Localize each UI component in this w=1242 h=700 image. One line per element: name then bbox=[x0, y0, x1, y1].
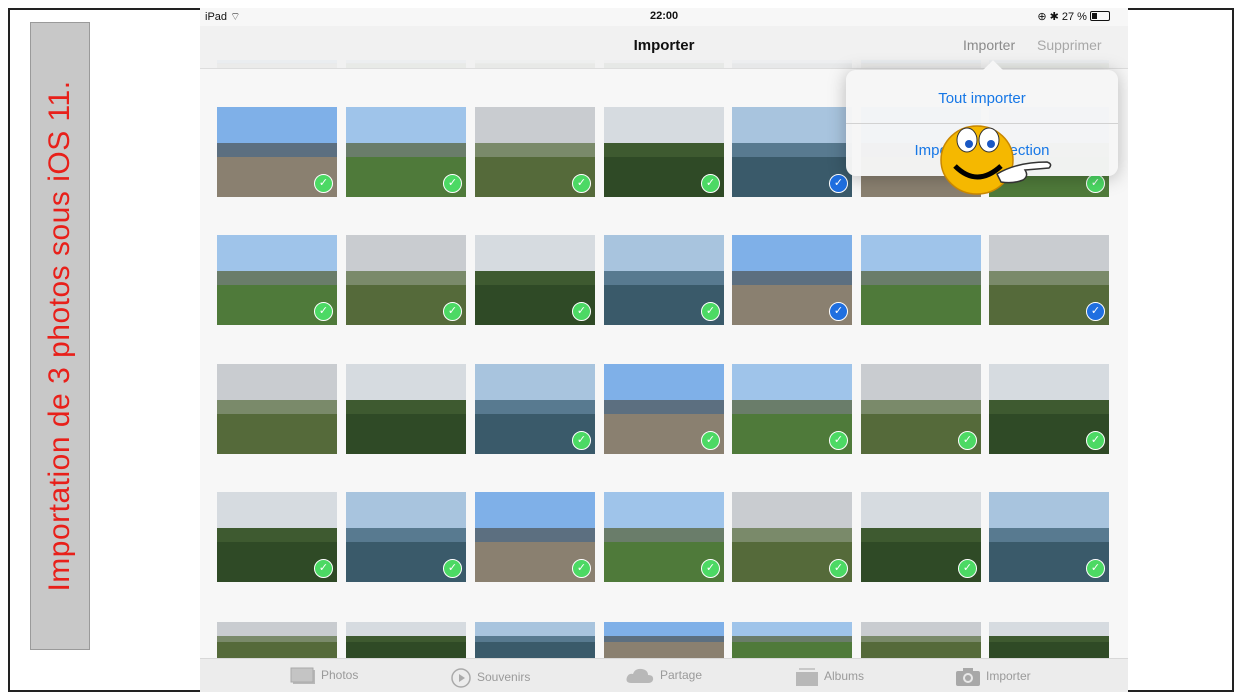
photo-thumbnail[interactable]: ✓ bbox=[346, 235, 466, 325]
imported-checkmark-icon: ✓ bbox=[572, 559, 591, 578]
photo-thumbnail[interactable]: ✓ bbox=[475, 492, 595, 582]
imported-checkmark-icon: ✓ bbox=[443, 174, 462, 193]
imported-checkmark-icon: ✓ bbox=[829, 431, 848, 450]
imported-checkmark-icon: ✓ bbox=[958, 559, 977, 578]
side-caption-text: Importation de 3 photos sous iOS 11. bbox=[43, 80, 76, 592]
photo-thumbnail[interactable]: ✓ bbox=[346, 107, 466, 197]
imported-checkmark-icon: ✓ bbox=[1086, 431, 1105, 450]
photo-thumbnail[interactable]: ✓ bbox=[604, 107, 724, 197]
photo-thumbnail[interactable]: ✓ bbox=[861, 492, 981, 582]
cloud-icon bbox=[626, 668, 654, 683]
imported-checkmark-icon: ✓ bbox=[701, 174, 720, 193]
photo-thumbnail[interactable] bbox=[861, 235, 981, 325]
tab-albums[interactable]: Albums bbox=[795, 667, 864, 687]
photo-thumbnail[interactable]: ✓ bbox=[732, 492, 852, 582]
tab-shared[interactable]: Partage bbox=[625, 667, 702, 685]
photo-thumbnail[interactable]: ✓ bbox=[989, 492, 1109, 582]
imported-checkmark-icon: ✓ bbox=[443, 559, 462, 578]
photo-thumbnail[interactable] bbox=[861, 622, 981, 658]
import-all-option[interactable]: Tout importer bbox=[846, 90, 1118, 107]
photo-thumbnail[interactable]: ✓ bbox=[732, 235, 852, 325]
photo-thumbnail[interactable] bbox=[475, 622, 595, 658]
photo-thumbnail[interactable]: ✓ bbox=[861, 364, 981, 454]
albums-icon bbox=[796, 668, 818, 686]
camera-icon bbox=[956, 668, 980, 686]
wifi-icon: ⌔ bbox=[230, 11, 241, 23]
photo-thumbnail[interactable] bbox=[732, 622, 852, 658]
photo-thumbnail[interactable]: ✓ bbox=[732, 107, 852, 197]
imported-checkmark-icon: ✓ bbox=[1086, 559, 1105, 578]
photo-thumbnail[interactable]: ✓ bbox=[604, 492, 724, 582]
imported-checkmark-icon: ✓ bbox=[572, 174, 591, 193]
imported-checkmark-icon: ✓ bbox=[572, 302, 591, 321]
ipad-screen: ✓✓✓✓✓✓✓✓✓✓✓✓✓✓✓✓✓✓✓✓✓✓✓✓✓ iPad ⌔ 22:00 ⊕… bbox=[200, 8, 1128, 692]
imported-checkmark-icon: ✓ bbox=[701, 431, 720, 450]
photo-thumbnail[interactable]: ✓ bbox=[604, 235, 724, 325]
tab-bar: Photos Souvenirs Partage Albums Importer bbox=[200, 658, 1128, 692]
import-button[interactable]: Importer bbox=[963, 37, 1015, 53]
selected-checkmark-icon: ✓ bbox=[1086, 302, 1105, 321]
battery-indicator: ⊕ ✱ 27 % bbox=[1037, 10, 1110, 23]
memories-icon bbox=[451, 668, 471, 688]
photo-thumbnail[interactable]: ✓ bbox=[217, 235, 337, 325]
pointing-smiley-icon bbox=[940, 125, 1052, 195]
photo-thumbnail[interactable]: ✓ bbox=[217, 107, 337, 197]
photos-icon bbox=[290, 667, 315, 684]
photo-thumbnail[interactable]: ✓ bbox=[346, 492, 466, 582]
imported-checkmark-icon: ✓ bbox=[701, 559, 720, 578]
imported-checkmark-icon: ✓ bbox=[314, 302, 333, 321]
imported-checkmark-icon: ✓ bbox=[1086, 174, 1105, 193]
imported-checkmark-icon: ✓ bbox=[314, 559, 333, 578]
tab-memories[interactable]: Souvenirs bbox=[450, 667, 530, 689]
photo-thumbnail[interactable] bbox=[346, 364, 466, 454]
imported-checkmark-icon: ✓ bbox=[443, 302, 462, 321]
status-bar: iPad ⌔ 22:00 ⊕ ✱ 27 % bbox=[200, 8, 1128, 26]
imported-checkmark-icon: ✓ bbox=[572, 431, 591, 450]
delete-button[interactable]: Supprimer bbox=[1037, 37, 1102, 53]
clock: 22:00 bbox=[650, 10, 679, 22]
photo-thumbnail[interactable] bbox=[604, 622, 724, 658]
photo-thumbnail[interactable]: ✓ bbox=[475, 364, 595, 454]
tab-photos[interactable]: Photos bbox=[290, 667, 358, 685]
battery-icon bbox=[1090, 11, 1110, 21]
photo-thumbnail[interactable]: ✓ bbox=[475, 107, 595, 197]
photo-thumbnail[interactable]: ✓ bbox=[732, 364, 852, 454]
imported-checkmark-icon: ✓ bbox=[314, 174, 333, 193]
device-label: iPad ⌔ bbox=[205, 11, 241, 23]
photo-thumbnail[interactable]: ✓ bbox=[989, 235, 1109, 325]
photo-thumbnail[interactable]: ✓ bbox=[989, 364, 1109, 454]
photo-thumbnail[interactable]: ✓ bbox=[475, 235, 595, 325]
side-caption: Importation de 3 photos sous iOS 11. bbox=[30, 22, 90, 650]
photo-thumbnail[interactable] bbox=[346, 622, 466, 658]
tab-import[interactable]: Importer bbox=[955, 667, 1031, 687]
imported-checkmark-icon: ✓ bbox=[701, 302, 720, 321]
photo-thumbnail[interactable]: ✓ bbox=[217, 492, 337, 582]
photo-thumbnail[interactable] bbox=[989, 622, 1109, 658]
photo-thumbnail[interactable] bbox=[217, 364, 337, 454]
imported-checkmark-icon: ✓ bbox=[958, 431, 977, 450]
photo-thumbnail[interactable]: ✓ bbox=[604, 364, 724, 454]
selected-checkmark-icon: ✓ bbox=[829, 174, 848, 193]
imported-checkmark-icon: ✓ bbox=[829, 559, 848, 578]
photo-thumbnail[interactable] bbox=[217, 622, 337, 658]
selected-checkmark-icon: ✓ bbox=[829, 302, 848, 321]
